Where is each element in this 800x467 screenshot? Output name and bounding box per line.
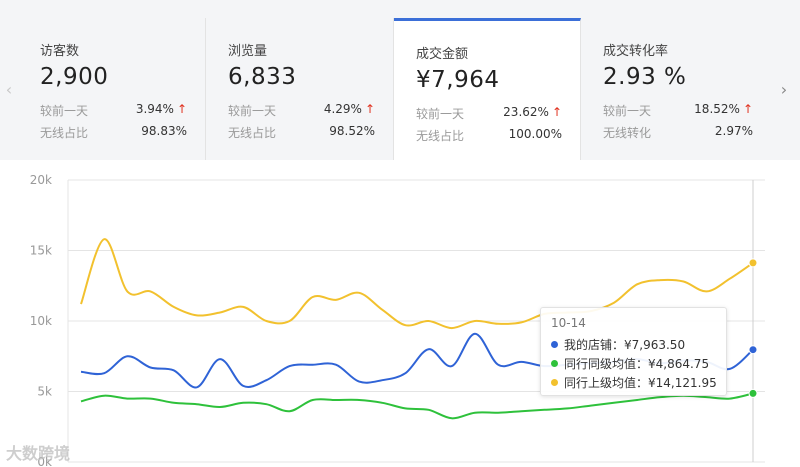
trend-up-icon: ↑: [364, 102, 375, 116]
metric-value: 2,900: [40, 64, 109, 90]
metric-label: 访客数: [40, 44, 80, 59]
tooltip-row-peer-average: 同行同级均值：¥4,864.75: [551, 355, 716, 374]
metric-label: 成交金额: [416, 47, 469, 62]
ratio-label: 无线占比: [416, 129, 465, 143]
trend-up-icon: ↑: [176, 102, 187, 116]
chevron-left-icon[interactable]: ‹: [0, 70, 18, 110]
ratio-value: 100.00%: [508, 127, 562, 141]
series-dot-icon: [551, 341, 558, 348]
metric-card-conversion-rate[interactable]: 成交转化率 2.93 % 较前一天 18.52% ↑ 无线转化 2.97%: [581, 18, 771, 160]
compare-label: 较前一天: [40, 104, 89, 118]
watermark-logo: 大数跨境: [6, 444, 71, 463]
ratio-label: 无线占比: [40, 126, 89, 140]
metric-card-visitors[interactable]: 访客数 2,900 较前一天 3.94% ↑ 无线占比 98.83%: [18, 18, 206, 160]
y-tick-label: 15k: [30, 244, 52, 258]
chevron-right-icon[interactable]: ›: [775, 70, 793, 110]
series-dot-icon: [551, 379, 558, 386]
tooltip-date: 10-14: [551, 316, 586, 330]
chart-tooltip: 10-14 我的店铺：¥7,963.50 同行同级均值：¥4,864.75 同行…: [540, 307, 727, 396]
y-tick-label: 10k: [30, 314, 52, 328]
compare-label: 较前一天: [603, 104, 652, 118]
compare-label: 较前一天: [228, 104, 277, 118]
ratio-label: 无线占比: [228, 126, 277, 140]
trend-up-icon: ↑: [742, 102, 753, 116]
data-point-highlight[interactable]: [748, 345, 758, 355]
series-dot-icon: [551, 360, 558, 367]
y-tick-label: 20k: [30, 173, 52, 187]
compare-value: 4.29% ↑: [323, 102, 375, 116]
ratio-value: 98.52%: [329, 124, 375, 138]
tooltip-row-my-store: 我的店铺：¥7,963.50: [551, 336, 716, 355]
compare-value: 23.62% ↑: [503, 105, 562, 119]
trend-up-icon: ↑: [551, 105, 562, 119]
data-point-highlight[interactable]: [748, 388, 758, 398]
metric-label: 成交转化率: [603, 44, 669, 59]
metric-value: ¥7,964: [416, 67, 500, 93]
data-point-highlight[interactable]: [748, 258, 758, 268]
compare-value: 18.52% ↑: [694, 102, 753, 116]
compare-value: 3.94% ↑: [135, 102, 187, 116]
metric-label: 浏览量: [228, 44, 268, 59]
series-line-peer-average[interactable]: [80, 392, 754, 420]
metric-card-pageviews[interactable]: 浏览量 6,833 较前一天 4.29% ↑ 无线占比 98.52%: [206, 18, 394, 160]
metric-value: 2.93 %: [603, 64, 687, 90]
compare-label: 较前一天: [416, 107, 465, 121]
y-tick-label: 5k: [37, 385, 52, 399]
metric-value: 6,833: [228, 64, 297, 90]
ratio-value: 2.97%: [714, 124, 753, 138]
metric-card-sales-amount[interactable]: 成交金额 ¥7,964 较前一天 23.62% ↑ 无线占比 100.00%: [394, 18, 581, 160]
ratio-value: 98.83%: [141, 124, 187, 138]
ratio-label: 无线转化: [603, 126, 652, 140]
tooltip-row-upper-peer-average: 同行上级均值：¥14,121.95: [551, 374, 717, 393]
